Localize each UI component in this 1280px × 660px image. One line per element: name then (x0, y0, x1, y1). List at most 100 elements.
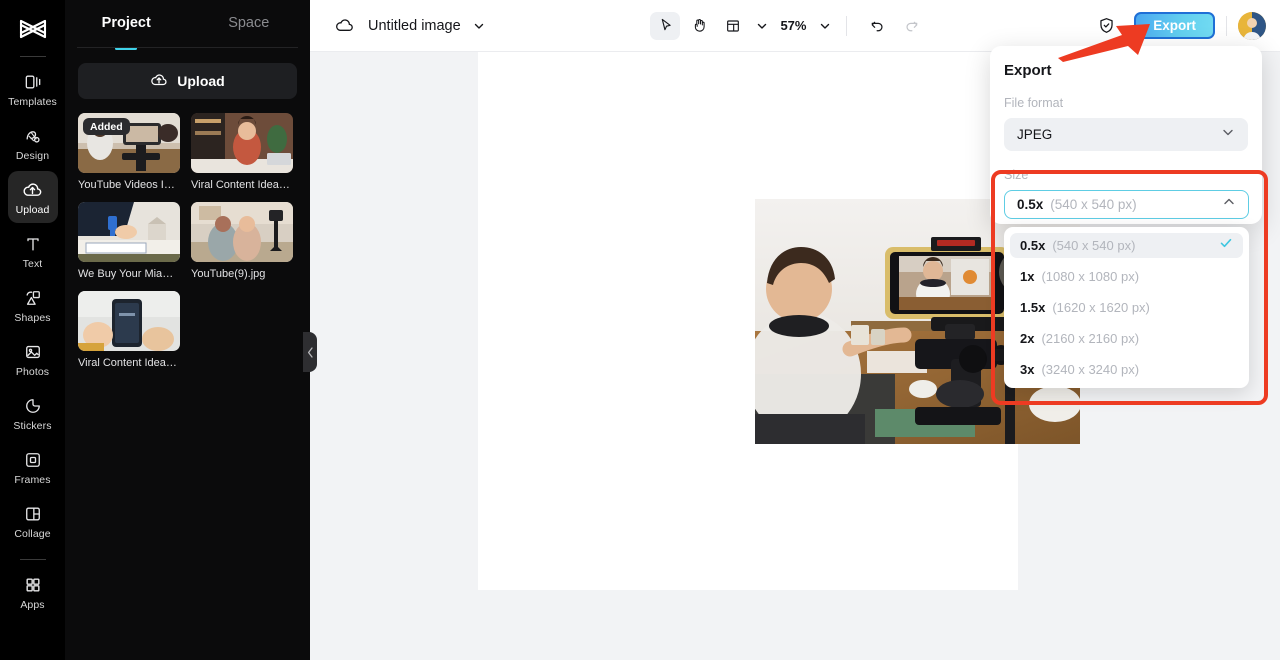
file-format-select[interactable]: JPEG (1004, 118, 1248, 151)
asset-card[interactable]: Viral Content Ideas(3... (78, 291, 180, 370)
chevron-down-icon (1221, 125, 1235, 144)
topbar-right-group: Export (1092, 11, 1266, 40)
chevron-down-icon[interactable] (473, 20, 485, 32)
photos-icon (22, 341, 44, 363)
size-option[interactable]: 2x (2160 x 2160 px) (1010, 326, 1243, 351)
sidebar-item-upload[interactable]: Upload (7, 171, 58, 223)
panel-tabs: Project Space (65, 0, 310, 46)
toolbar-divider (846, 15, 848, 36)
asset-card[interactable]: We Buy Your Miami ... (78, 202, 180, 281)
rail-divider-bottom (19, 559, 46, 560)
upload-cloud-icon (22, 179, 44, 201)
asset-label: YouTube(9).jpg (191, 268, 266, 281)
asset-thumbnail[interactable] (191, 202, 293, 263)
size-option-dims: (1080 x 1080 px) (1041, 269, 1140, 284)
sidebar-item-templates[interactable]: Templates (8, 63, 58, 115)
topbar-right-divider (1225, 15, 1227, 36)
asset-card[interactable]: Viral Content Ideas(7... (191, 113, 293, 192)
capcut-logo-icon[interactable] (12, 12, 54, 46)
size-option[interactable]: 1x (1080 x 1080 px) (1010, 264, 1243, 289)
sidebar-item-shapes[interactable]: Shapes (8, 279, 58, 331)
canvas-tools: 57% (650, 11, 926, 40)
chevron-up-icon (1222, 195, 1236, 214)
added-badge: Added (83, 118, 130, 135)
sidebar-item-photos[interactable]: Photos (8, 333, 58, 385)
file-format-label: File format (1004, 96, 1064, 110)
text-icon (22, 233, 44, 255)
file-format-value: JPEG (1017, 127, 1053, 142)
tabs-divider (77, 47, 298, 48)
sidebar-item-label: Stickers (13, 419, 52, 432)
sidebar-item-label: Upload (15, 203, 50, 216)
size-option[interactable]: 3x (3240 x 3240 px) (1010, 357, 1243, 382)
asset-label: Viral Content Ideas(3... (78, 357, 180, 370)
tab-project-label: Project (101, 15, 151, 31)
panel-collapse-handle[interactable] (303, 332, 317, 372)
size-option-dims: (540 x 540 px) (1052, 238, 1136, 253)
redo-button[interactable] (896, 12, 926, 40)
cloud-sync-icon (332, 14, 356, 38)
zoom-chevron-down-icon[interactable] (819, 20, 831, 32)
rail-divider (19, 56, 46, 57)
shield-check-icon[interactable] (1092, 12, 1120, 40)
capcut-editor-window: Templates Design Upload Text Shapes Phot… (0, 0, 1280, 660)
size-option-dims: (3240 x 3240 px) (1041, 362, 1140, 377)
asset-thumbnail[interactable] (191, 113, 293, 173)
sidebar-item-label: Collage (14, 527, 51, 540)
hand-tool[interactable] (684, 12, 714, 40)
sidebar-item-label: Design (15, 149, 50, 162)
export-panel-title: Export (1004, 62, 1052, 79)
sidebar-item-frames[interactable]: Frames (8, 441, 58, 493)
document-title[interactable]: Untitled image (368, 18, 461, 34)
upload-button[interactable]: Upload (78, 63, 297, 99)
canvas-artboard[interactable] (478, 52, 1080, 590)
asset-card[interactable]: Added YouTube Videos Idea... (78, 113, 180, 192)
sidebar-item-design[interactable]: Design (8, 117, 58, 169)
upload-cloud-icon (150, 71, 168, 92)
export-button[interactable]: Export (1134, 12, 1215, 39)
asset-card[interactable]: YouTube(9).jpg (191, 202, 293, 281)
size-option-scale: 1x (1020, 269, 1035, 284)
size-select[interactable]: 0.5x (540 x 540 px) (1004, 190, 1249, 219)
export-button-label: Export (1153, 18, 1196, 33)
tab-space[interactable]: Space (188, 0, 311, 46)
stickers-icon (22, 395, 44, 417)
layout-chevron-down-icon[interactable] (756, 20, 768, 32)
apps-grid-icon (22, 574, 44, 596)
sidebar-item-text[interactable]: Text (8, 225, 58, 277)
sidebar-item-label: Frames (14, 473, 51, 486)
sidebar-item-apps[interactable]: Apps (8, 566, 58, 618)
size-option[interactable]: 0.5x (540 x 540 px) (1010, 233, 1243, 258)
sidebar-item-label: Text (22, 257, 43, 270)
templates-icon (22, 71, 44, 93)
left-icon-rail: Templates Design Upload Text Shapes Phot… (0, 0, 65, 660)
sidebar-item-collage[interactable]: Collage (8, 495, 58, 547)
size-option-scale: 0.5x (1020, 238, 1046, 253)
sidebar-item-label: Shapes (14, 311, 51, 324)
tab-space-label: Space (228, 15, 270, 31)
upload-button-label: Upload (177, 73, 225, 89)
cursor-tool[interactable] (650, 11, 681, 40)
size-options-menu: 0.5x (540 x 540 px) 1x (1080 x 1080 px) … (1004, 227, 1249, 388)
size-option-scale: 3x (1020, 362, 1035, 377)
layout-tool[interactable] (718, 12, 748, 40)
undo-button[interactable] (862, 12, 892, 40)
asset-thumbnail[interactable] (78, 202, 180, 263)
zoom-level[interactable]: 57% (780, 18, 806, 33)
size-option[interactable]: 1.5x (1620 x 1620 px) (1010, 295, 1243, 320)
sidebar-item-stickers[interactable]: Stickers (8, 387, 58, 439)
size-option-scale: 1.5x (1020, 300, 1046, 315)
asset-panel: Project Space Upload Added YouTube Video… (65, 0, 310, 660)
size-select-scale: 0.5x (1017, 197, 1044, 212)
checkmark-icon (1219, 236, 1233, 255)
avatar[interactable] (1237, 11, 1266, 40)
sidebar-item-label: Apps (20, 598, 45, 611)
asset-thumbnail[interactable] (78, 291, 180, 352)
size-option-dims: (1620 x 1620 px) (1052, 300, 1150, 315)
frames-icon (22, 449, 44, 471)
top-toolbar: Untitled image 57% Export (310, 0, 1280, 52)
asset-label: We Buy Your Miami ... (78, 268, 180, 281)
tab-project[interactable]: Project (65, 0, 188, 46)
asset-thumbnail[interactable]: Added (78, 113, 180, 173)
size-option-dims: (2160 x 2160 px) (1041, 331, 1140, 346)
